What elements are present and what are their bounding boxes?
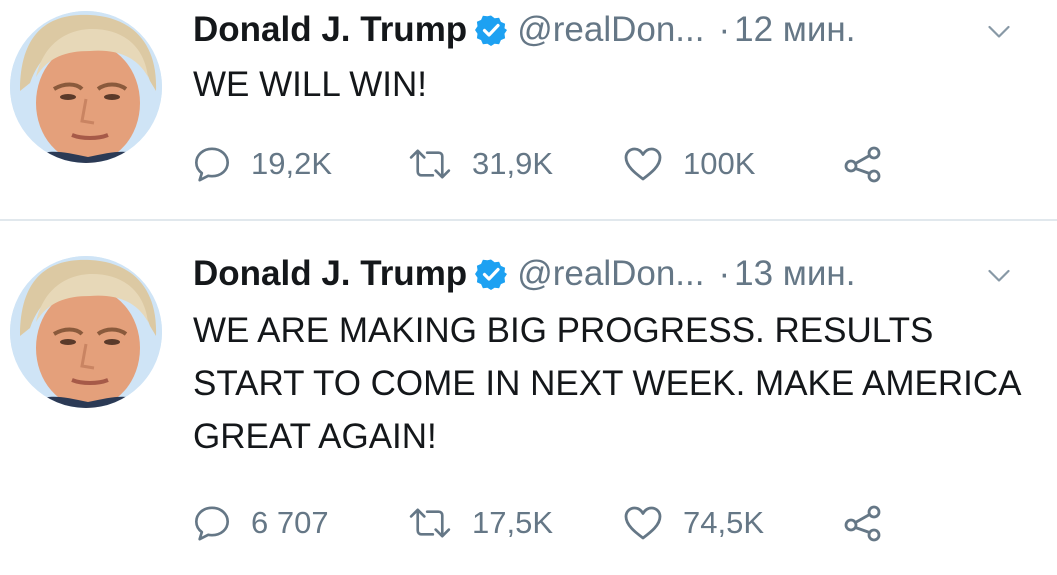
heart-icon — [624, 147, 662, 181]
like-button[interactable]: 74,5K — [623, 501, 764, 545]
timeline: Donald J. Trump @realDon... · 12 мин. WE… — [0, 0, 1057, 575]
author-handle[interactable]: @realDon... — [517, 10, 704, 50]
tweet-header: Donald J. Trump @realDon... · 12 мин. — [193, 8, 855, 52]
retweet-button[interactable]: 31,9K — [408, 142, 553, 186]
tweet-timestamp[interactable]: 12 мин. — [734, 10, 855, 50]
avatar[interactable] — [10, 11, 162, 163]
avatar[interactable] — [10, 256, 162, 408]
share-icon — [844, 146, 881, 183]
chevron-down-icon[interactable] — [988, 25, 1010, 39]
tweet-actions: 6 707 17,5K 74,5K — [193, 501, 933, 545]
reply-button[interactable]: 6 707 — [193, 501, 329, 545]
chevron-down-icon[interactable] — [988, 269, 1010, 283]
tweet-text: WE ARE MAKING BIG PROGRESS. RESULTS STAR… — [193, 311, 1020, 456]
retweet-icon — [409, 508, 451, 538]
author-name[interactable]: Donald J. Trump — [193, 10, 467, 50]
reply-button[interactable]: 19,2K — [193, 142, 332, 186]
separator-dot: · — [718, 10, 731, 49]
tweet-timestamp[interactable]: 13 мин. — [734, 254, 855, 294]
verified-badge-icon — [475, 258, 508, 290]
retweet-icon — [409, 149, 451, 179]
reply-icon — [194, 506, 230, 541]
tweet-text: WE WILL WIN! — [193, 65, 427, 104]
reply-count: 6 707 — [251, 505, 329, 540]
share-button[interactable] — [843, 142, 883, 186]
share-icon — [844, 505, 881, 542]
tweet[interactable]: Donald J. Trump @realDon... · 12 мин. WE… — [0, 0, 1057, 220]
verified-badge-icon — [475, 14, 508, 46]
retweet-count: 17,5K — [472, 505, 554, 540]
tweet-header: Donald J. Trump @realDon... · 13 мин. — [193, 252, 855, 296]
reply-icon — [194, 147, 230, 182]
heart-icon — [624, 506, 662, 540]
like-count: 100K — [683, 146, 756, 181]
author-name[interactable]: Donald J. Trump — [193, 254, 467, 294]
retweet-count: 31,9K — [472, 146, 554, 181]
reply-count: 19,2K — [251, 146, 333, 181]
author-handle[interactable]: @realDon... — [517, 254, 704, 294]
like-button[interactable]: 100K — [623, 142, 755, 186]
tweet[interactable]: Donald J. Trump @realDon... · 13 мин. WE… — [0, 221, 1057, 575]
retweet-button[interactable]: 17,5K — [408, 501, 553, 545]
tweet-actions: 19,2K 31,9K 100K — [193, 142, 933, 186]
share-button[interactable] — [843, 501, 883, 545]
separator-dot: · — [718, 254, 731, 293]
like-count: 74,5K — [683, 505, 765, 540]
